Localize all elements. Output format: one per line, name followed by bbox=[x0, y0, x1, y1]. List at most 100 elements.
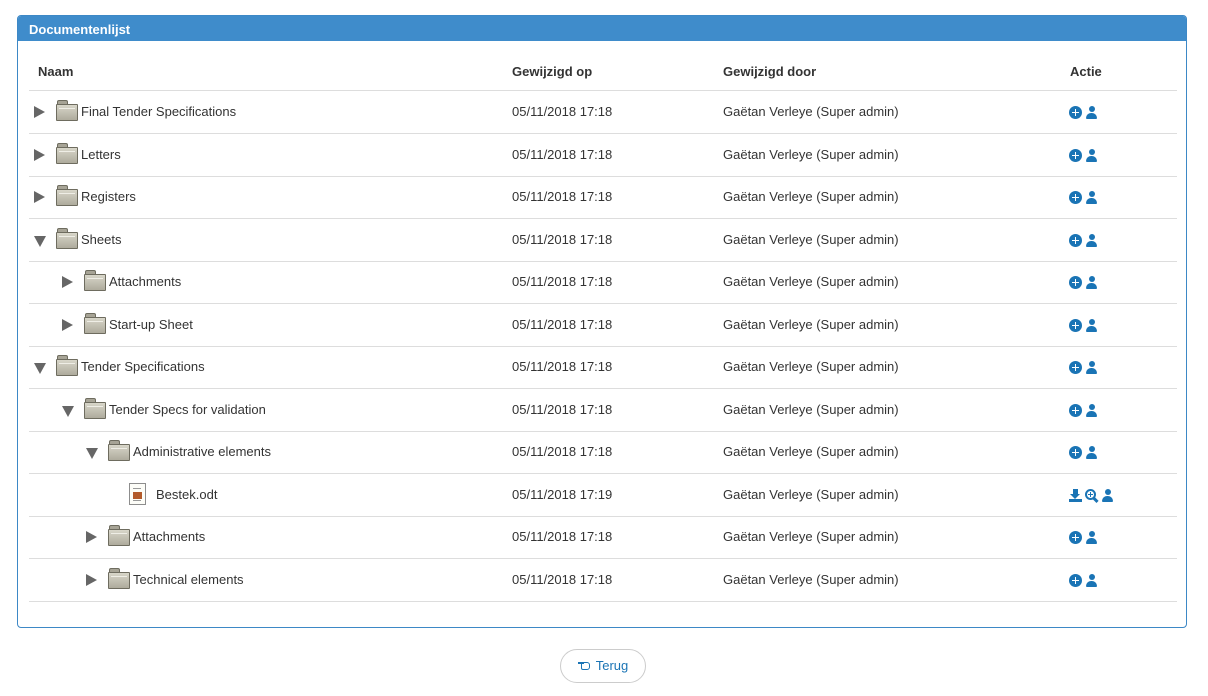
folder-icon bbox=[84, 398, 106, 419]
folder-icon bbox=[108, 568, 130, 589]
row-actions bbox=[1069, 275, 1098, 289]
folder-icon bbox=[108, 440, 130, 461]
column-header-modified-on[interactable]: Gewijzigd op bbox=[512, 64, 592, 79]
item-name[interactable]: Administrative elements bbox=[133, 431, 271, 473]
item-name[interactable]: Tender Specifications bbox=[81, 346, 205, 388]
modified-date: 05/11/2018 17:18 bbox=[512, 274, 613, 289]
user-icon[interactable] bbox=[1085, 105, 1098, 119]
table-row[interactable]: Tender Specifications 05/11/2018 17:18 Gaë… bbox=[29, 346, 1177, 389]
row-actions bbox=[1069, 445, 1098, 459]
table-row[interactable]: Administrative elements 05/11/2018 17:18 G… bbox=[29, 431, 1177, 474]
user-icon[interactable] bbox=[1085, 233, 1098, 247]
item-name[interactable]: Technical elements bbox=[133, 559, 244, 601]
expanded-triangle-icon[interactable] bbox=[86, 448, 98, 459]
add-circle-icon[interactable] bbox=[1069, 318, 1082, 332]
add-circle-icon[interactable] bbox=[1069, 573, 1082, 587]
user-icon[interactable] bbox=[1085, 530, 1098, 544]
table-row[interactable]: Start-up Sheet 05/11/2018 17:18 Gaëtan Ver… bbox=[29, 304, 1177, 347]
modified-by: Gaëtan Verleye (Super admin) bbox=[723, 232, 899, 247]
modified-by: Gaëtan Verleye (Super admin) bbox=[723, 274, 899, 289]
item-name[interactable]: Tender Specs for validation bbox=[109, 389, 266, 431]
modified-date: 05/11/2018 17:18 bbox=[512, 232, 613, 247]
row-actions bbox=[1069, 403, 1098, 417]
expanded-triangle-icon[interactable] bbox=[62, 406, 74, 417]
item-name[interactable]: Attachments bbox=[109, 261, 181, 303]
modified-date: 05/11/2018 17:18 bbox=[512, 189, 613, 204]
hand-pointer-icon bbox=[577, 659, 592, 671]
item-name[interactable]: Start-up Sheet bbox=[109, 304, 193, 346]
table-row[interactable]: Tender Specs for validation 05/11/2018 17… bbox=[29, 389, 1177, 432]
item-name[interactable]: Bestek.odt bbox=[156, 474, 217, 516]
panel-title: Documentenlijst bbox=[18, 16, 1186, 41]
table-row[interactable]: Registers 05/11/2018 17:18 Gaëtan Verleye … bbox=[29, 176, 1177, 219]
zoom-in-icon[interactable] bbox=[1085, 488, 1098, 502]
row-actions bbox=[1069, 105, 1098, 119]
collapsed-triangle-icon[interactable] bbox=[34, 106, 45, 118]
user-icon[interactable] bbox=[1085, 190, 1098, 204]
expanded-triangle-icon[interactable] bbox=[34, 236, 46, 247]
column-header-modified-by[interactable]: Gewijzigd door bbox=[723, 64, 816, 79]
folder-icon bbox=[56, 355, 78, 376]
modified-date: 05/11/2018 17:18 bbox=[512, 402, 613, 417]
collapsed-triangle-icon[interactable] bbox=[34, 149, 45, 161]
item-name[interactable]: Registers bbox=[81, 176, 136, 218]
modified-by: Gaëtan Verleye (Super admin) bbox=[723, 147, 899, 162]
add-circle-icon[interactable] bbox=[1069, 148, 1082, 162]
table-row[interactable]: Bestek.odt 05/11/2018 17:19 Gaëtan Verleye… bbox=[29, 474, 1177, 517]
item-name[interactable]: Final Tender Specifications bbox=[81, 91, 236, 133]
table-row[interactable]: Final Tender Specifications 05/11/2018 17… bbox=[29, 91, 1177, 134]
row-actions bbox=[1069, 573, 1098, 587]
collapsed-triangle-icon[interactable] bbox=[62, 319, 73, 331]
modified-by: Gaëtan Verleye (Super admin) bbox=[723, 402, 899, 417]
table-row[interactable]: Attachments 05/11/2018 17:18 Gaëtan Verley… bbox=[29, 261, 1177, 304]
user-icon[interactable] bbox=[1085, 148, 1098, 162]
collapsed-triangle-icon[interactable] bbox=[34, 191, 45, 203]
table-row[interactable]: Technical elements 05/11/2018 17:18 Gaëtan… bbox=[29, 559, 1177, 602]
user-icon[interactable] bbox=[1085, 360, 1098, 374]
column-header-action: Actie bbox=[1070, 64, 1102, 79]
expanded-triangle-icon[interactable] bbox=[34, 363, 46, 374]
add-circle-icon[interactable] bbox=[1069, 275, 1082, 289]
user-icon[interactable] bbox=[1101, 488, 1114, 502]
download-icon[interactable] bbox=[1069, 488, 1082, 502]
modified-by: Gaëtan Verleye (Super admin) bbox=[723, 572, 899, 587]
add-circle-icon[interactable] bbox=[1069, 445, 1082, 459]
table-row[interactable]: Attachments 05/11/2018 17:18 Gaëtan Verley… bbox=[29, 516, 1177, 559]
modified-date: 05/11/2018 17:18 bbox=[512, 317, 613, 332]
add-circle-icon[interactable] bbox=[1069, 105, 1082, 119]
item-name[interactable]: Attachments bbox=[133, 516, 205, 558]
folder-icon bbox=[56, 100, 78, 121]
user-icon[interactable] bbox=[1085, 573, 1098, 587]
back-button[interactable]: Terug bbox=[560, 649, 646, 683]
add-circle-icon[interactable] bbox=[1069, 233, 1082, 247]
folder-icon bbox=[56, 185, 78, 206]
table-row[interactable]: Letters 05/11/2018 17:18 Gaëtan Verleye (S… bbox=[29, 134, 1177, 177]
user-icon[interactable] bbox=[1085, 318, 1098, 332]
collapsed-triangle-icon[interactable] bbox=[62, 276, 73, 288]
back-button-label: Terug bbox=[595, 658, 629, 673]
modified-by: Gaëtan Verleye (Super admin) bbox=[723, 317, 899, 332]
add-circle-icon[interactable] bbox=[1069, 530, 1082, 544]
item-name[interactable]: Sheets bbox=[81, 219, 121, 261]
collapsed-triangle-icon[interactable] bbox=[86, 531, 97, 543]
modified-by: Gaëtan Verleye (Super admin) bbox=[723, 359, 899, 374]
collapsed-triangle-icon[interactable] bbox=[86, 574, 97, 586]
table-row[interactable]: Sheets 05/11/2018 17:18 Gaëtan Verleye (Su… bbox=[29, 219, 1177, 262]
user-icon[interactable] bbox=[1085, 275, 1098, 289]
modified-by: Gaëtan Verleye (Super admin) bbox=[723, 487, 899, 502]
modified-date: 05/11/2018 17:18 bbox=[512, 147, 613, 162]
user-icon[interactable] bbox=[1085, 445, 1098, 459]
user-icon[interactable] bbox=[1085, 403, 1098, 417]
row-actions bbox=[1069, 318, 1098, 332]
row-actions bbox=[1069, 190, 1098, 204]
column-header-name[interactable]: Naam bbox=[38, 64, 73, 79]
modified-by: Gaëtan Verleye (Super admin) bbox=[723, 444, 899, 459]
item-name[interactable]: Letters bbox=[81, 134, 121, 176]
add-circle-icon[interactable] bbox=[1069, 360, 1082, 374]
add-circle-icon[interactable] bbox=[1069, 190, 1082, 204]
folder-icon bbox=[56, 228, 78, 249]
folder-icon bbox=[84, 270, 106, 291]
row-actions bbox=[1069, 488, 1114, 502]
add-circle-icon[interactable] bbox=[1069, 403, 1082, 417]
modified-date: 05/11/2018 17:18 bbox=[512, 444, 613, 459]
